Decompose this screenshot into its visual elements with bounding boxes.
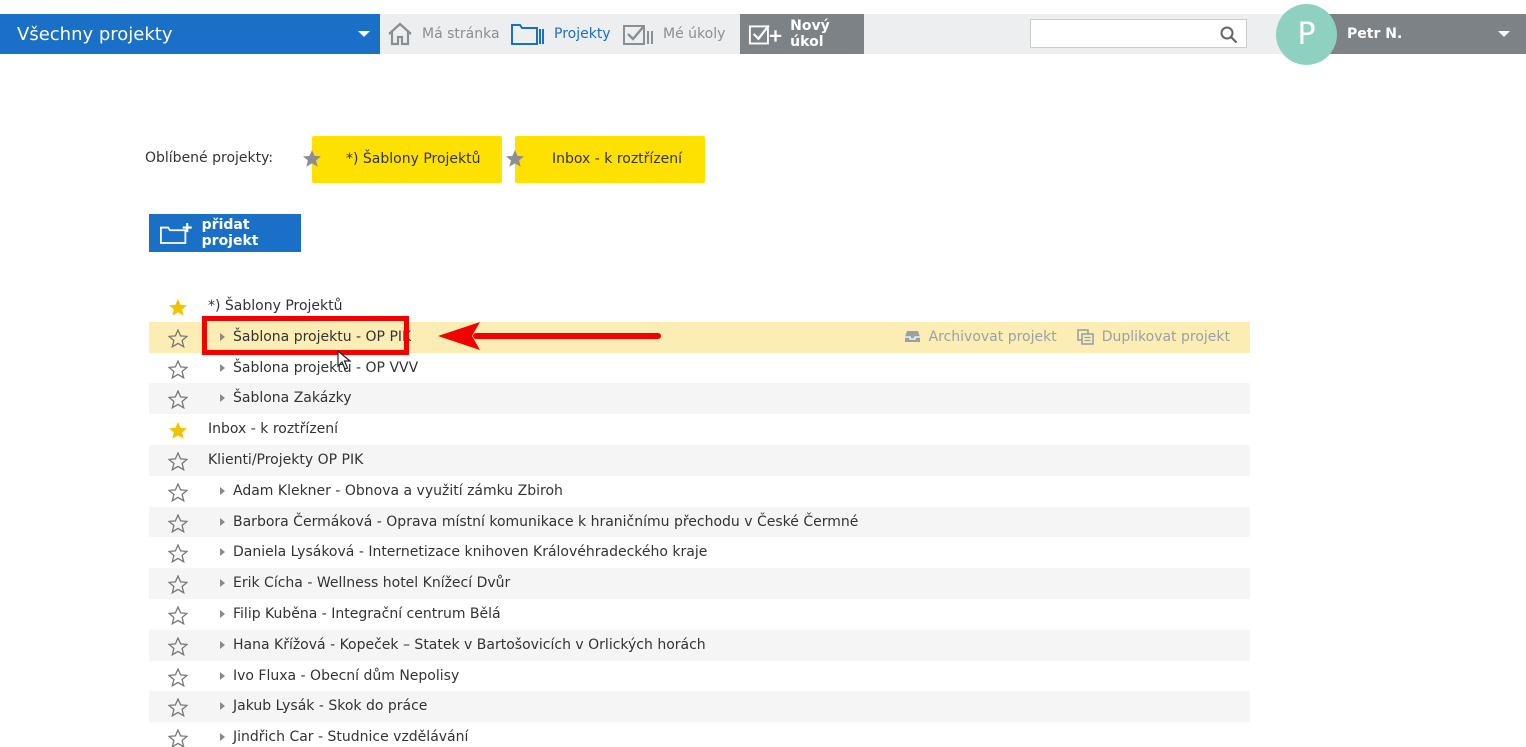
tasks-check-icon xyxy=(623,25,653,45)
star-outline-icon[interactable] xyxy=(168,544,188,564)
favorite-chip-templates[interactable]: *) Šablony Projektů xyxy=(303,136,502,183)
expand-triangle-icon[interactable] xyxy=(220,609,225,618)
nav-my-tasks[interactable]: Mé úkoly xyxy=(623,14,725,54)
nav-projects[interactable]: Projekty xyxy=(511,14,611,54)
duplicate-project-button[interactable]: Duplikovat projekt xyxy=(1076,328,1230,345)
project-row[interactable]: Erik Cícha - Wellness hotel Knížecí Dvůr xyxy=(149,568,1250,599)
project-name[interactable]: Ivo Fluxa - Obecní dům Nepolisy xyxy=(233,668,459,684)
project-row[interactable]: Filip Kuběna - Integrační centrum Bělá xyxy=(149,599,1250,630)
project-row[interactable]: Šablona projektu - OP VVV xyxy=(149,353,1250,384)
nav-my-page[interactable]: Má stránka xyxy=(387,14,500,54)
home-icon xyxy=(388,22,412,46)
nav-my-tasks-label: Mé úkoly xyxy=(663,26,726,42)
row-actions: Archivovat projekt Duplikovat projekt xyxy=(904,322,1250,352)
archive-icon xyxy=(904,331,920,343)
new-task-label: Nový úkol xyxy=(790,18,830,50)
project-name[interactable]: Hana Křížová - Kopeček – Statek v Bartoš… xyxy=(233,637,706,653)
star-outline-icon[interactable] xyxy=(168,636,188,656)
project-row[interactable]: Adam Klekner - Obnova a využití zámku Zb… xyxy=(149,476,1250,507)
nav-projects-label: Projekty xyxy=(554,26,611,42)
search-input[interactable] xyxy=(1031,20,1211,47)
project-row[interactable]: Klienti/Projekty OP PIK xyxy=(149,444,1250,476)
project-row[interactable]: Jindřich Car - Studnice vzdělávání xyxy=(149,722,1250,747)
avatar[interactable]: P xyxy=(1276,4,1337,65)
project-row[interactable]: Šablona Zakázky xyxy=(149,383,1250,415)
star-outline-icon[interactable] xyxy=(168,451,188,471)
duplicate-project-label: Duplikovat projekt xyxy=(1101,328,1230,345)
chevron-down-icon xyxy=(358,31,370,37)
star-filled-icon[interactable] xyxy=(505,149,525,168)
star-outline-icon[interactable] xyxy=(168,513,188,533)
project-row[interactable]: Šablona projektu - OP PIK Archivovat pro… xyxy=(149,321,1250,353)
expand-triangle-icon[interactable] xyxy=(220,579,225,588)
project-name[interactable]: Barbora Čermáková - Oprava místní komuni… xyxy=(233,514,858,530)
star-outline-icon[interactable] xyxy=(168,482,188,502)
project-name[interactable]: Jakub Lysák - Skok do práce xyxy=(233,698,427,714)
favorites-label: Oblíbené projekty: xyxy=(145,150,274,166)
search-icon[interactable] xyxy=(1220,26,1238,44)
star-outline-icon[interactable] xyxy=(168,328,188,348)
star-outline-icon[interactable] xyxy=(168,667,188,687)
project-name[interactable]: Adam Klekner - Obnova a využití zámku Zb… xyxy=(233,483,563,499)
favorite-chip-label: Inbox - k roztřízení xyxy=(552,151,683,167)
expand-triangle-icon[interactable] xyxy=(220,640,225,649)
project-selector-label: Všechny projekty xyxy=(17,23,173,45)
duplicate-icon xyxy=(1076,328,1094,345)
expand-triangle-icon[interactable] xyxy=(220,363,225,372)
star-filled-icon[interactable] xyxy=(302,149,322,168)
add-folder-icon xyxy=(160,223,192,244)
project-row[interactable]: Jakub Lysák - Skok do práce xyxy=(149,691,1250,723)
top-bar: Všechny projekty Má stránka Projekty Mé … xyxy=(0,4,1526,65)
expand-triangle-icon[interactable] xyxy=(220,702,225,711)
project-name[interactable]: Šablona projektu - OP PIK xyxy=(233,329,411,345)
search-box xyxy=(1030,19,1247,48)
project-name[interactable]: Jindřich Car - Studnice vzdělávání xyxy=(233,729,468,745)
add-project-button[interactable]: přidat projekt xyxy=(149,214,301,252)
project-name[interactable]: Inbox - k roztřízení xyxy=(208,421,338,437)
expand-triangle-icon[interactable] xyxy=(220,733,225,742)
star-outline-icon[interactable] xyxy=(168,359,188,379)
expand-triangle-icon[interactable] xyxy=(220,517,225,526)
user-menu-chevron-icon[interactable] xyxy=(1498,31,1510,37)
expand-triangle-icon[interactable] xyxy=(220,486,225,495)
project-row[interactable]: Daniela Lysáková - Internetizace knihove… xyxy=(149,537,1250,568)
new-task-button[interactable]: Nový úkol xyxy=(740,14,864,54)
project-row[interactable]: Inbox - k roztřízení xyxy=(149,414,1250,445)
star-filled-icon[interactable] xyxy=(168,421,188,440)
star-outline-icon[interactable] xyxy=(168,729,188,747)
project-name[interactable]: Šablona projektu - OP VVV xyxy=(233,360,418,376)
favorite-chip-inbox[interactable]: Inbox - k roztřízení xyxy=(506,136,705,183)
add-project-label: přidat projekt xyxy=(201,217,259,249)
project-name[interactable]: Filip Kuběna - Integrační centrum Bělá xyxy=(233,606,501,622)
nav-my-page-label: Má stránka xyxy=(422,26,500,42)
star-outline-icon[interactable] xyxy=(168,698,188,718)
project-name[interactable]: Daniela Lysáková - Internetizace knihove… xyxy=(233,544,707,560)
star-outline-icon[interactable] xyxy=(168,575,188,595)
user-name[interactable]: Petr N. xyxy=(1347,14,1402,54)
project-name[interactable]: *) Šablony Projektů xyxy=(208,298,343,314)
archive-project-button[interactable]: Archivovat projekt xyxy=(904,329,1057,345)
favorite-chip-label: *) Šablony Projektů xyxy=(346,151,481,167)
project-list: *) Šablony Projektů Šablona projektu - OP… xyxy=(149,291,1250,747)
new-task-icon xyxy=(748,24,782,45)
folder-icon xyxy=(511,24,544,45)
expand-triangle-icon[interactable] xyxy=(220,394,225,403)
avatar-initial: P xyxy=(1297,17,1316,52)
expand-triangle-icon[interactable] xyxy=(220,332,225,341)
expand-triangle-icon[interactable] xyxy=(220,548,225,557)
project-name[interactable]: Klienti/Projekty OP PIK xyxy=(208,452,363,468)
star-outline-icon[interactable] xyxy=(168,605,188,625)
project-row[interactable]: *) Šablony Projektů xyxy=(149,291,1250,322)
project-name[interactable]: Erik Cícha - Wellness hotel Knížecí Dvůr xyxy=(233,575,510,591)
project-name[interactable]: Šablona Zakázky xyxy=(233,390,352,406)
star-filled-icon[interactable] xyxy=(168,298,188,317)
project-row[interactable]: Ivo Fluxa - Obecní dům Nepolisy xyxy=(149,661,1250,692)
user-name-label: Petr N. xyxy=(1347,26,1403,42)
project-row[interactable]: Barbora Čermáková - Oprava místní komuni… xyxy=(149,506,1250,538)
expand-triangle-icon[interactable] xyxy=(220,671,225,680)
archive-project-label: Archivovat projekt xyxy=(928,328,1057,345)
star-outline-icon[interactable] xyxy=(168,390,188,410)
project-selector[interactable]: Všechny projekty xyxy=(0,14,380,54)
project-row[interactable]: Hana Křížová - Kopeček – Statek v Bartoš… xyxy=(149,629,1250,661)
